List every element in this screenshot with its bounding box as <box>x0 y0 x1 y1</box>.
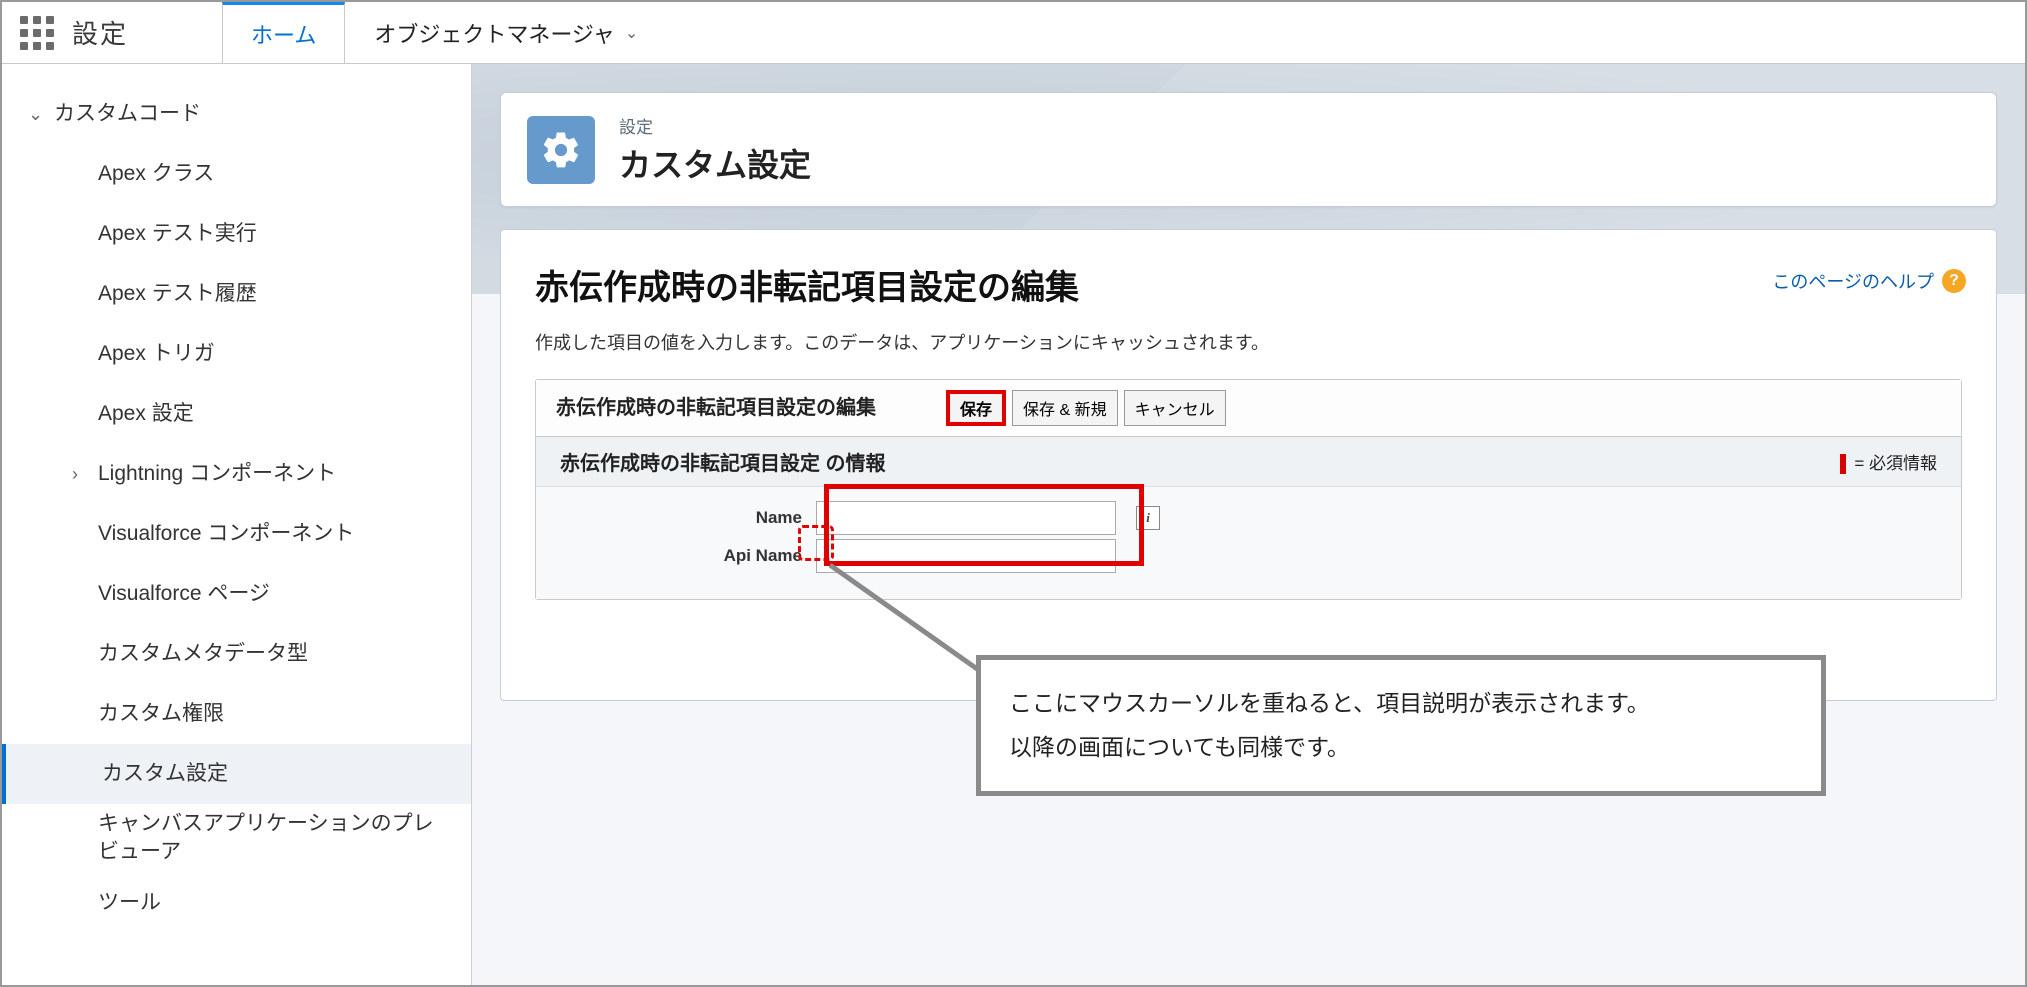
annotation-callout: ここにマウスカーソルを重ねると、項目説明が表示されます。 以降の画面についても同… <box>976 655 1826 796</box>
save-button[interactable]: 保存 <box>946 390 1006 426</box>
required-note: = 必須情報 <box>1840 449 1937 475</box>
sidebar-item[interactable]: Apex テスト履歴 <box>2 264 471 324</box>
tab-home[interactable]: ホーム <box>222 2 345 63</box>
content-title: 赤伝作成時の非転記項目設定の編集 <box>535 260 1962 309</box>
save-and-new-button[interactable]: 保存 & 新規 <box>1012 390 1118 426</box>
sidebar-item[interactable]: カスタム権限 <box>2 684 471 744</box>
sidebar-item-custom-settings[interactable]: カスタム設定 <box>2 744 471 804</box>
annotation-line: 以降の画面についても同様です。 <box>1009 726 1793 770</box>
sidebar-item[interactable]: Visualforce ページ <box>2 564 471 624</box>
sidebar-item[interactable]: Apex 設定 <box>2 384 471 444</box>
main: 設定 カスタム設定 赤伝作成時の非転記項目設定の編集 このページのヘルプ ? 作… <box>472 64 2025 985</box>
cancel-button[interactable]: キャンセル <box>1124 390 1226 426</box>
chevron-right-icon: › <box>72 462 98 486</box>
sidebar-item-label: Lightning コンポーネント <box>98 460 336 488</box>
chevron-down-icon: ⌄ <box>28 102 54 126</box>
sidebar-item-label: Visualforce コンポーネント <box>98 520 354 548</box>
required-note-label: = 必須情報 <box>1854 454 1937 473</box>
page-header: 設定 カスタム設定 <box>500 92 1997 207</box>
help-link[interactable]: このページのヘルプ ? <box>1772 268 1966 294</box>
sidebar-item-label: Apex トリガ <box>98 340 215 368</box>
section-title: 赤伝作成時の非転記項目設定 の情報 <box>560 447 886 476</box>
page-description: 作成した項目の値を入力します。このデータは、アプリケーションにキャッシュされます… <box>535 329 1962 355</box>
sidebar-item-label: Apex 設定 <box>98 400 194 428</box>
sidebar-item-label: カスタムコード <box>54 100 201 128</box>
tab-object-manager[interactable]: オブジェクトマネージャ ⌄ <box>345 2 667 63</box>
name-input[interactable] <box>816 501 1116 535</box>
gear-icon <box>527 116 595 184</box>
sidebar-item-label: Apex テスト実行 <box>98 220 257 248</box>
sidebar-item[interactable]: Apex テスト実行 <box>2 204 471 264</box>
api-name-label: Api Name <box>536 546 816 566</box>
sidebar-item[interactable]: ›Lightning コンポーネント <box>2 444 471 504</box>
sidebar: ⌄ カスタムコード Apex クラス Apex テスト実行 Apex テスト履歴… <box>2 64 472 985</box>
sidebar-item-label: Apex クラス <box>98 160 214 188</box>
sidebar-item-label: Apex テスト履歴 <box>98 280 257 308</box>
tab-home-label: ホーム <box>251 18 316 50</box>
sidebar-item-label: キャンバスアプリケーションのプレビューア <box>98 810 453 867</box>
sidebar-item[interactable]: カスタムメタデータ型 <box>2 624 471 684</box>
page-title: カスタム設定 <box>619 140 811 186</box>
topbar: 設定 ホーム オブジェクトマネージャ ⌄ <box>2 2 2025 64</box>
edit-block-title: 赤伝作成時の非転記項目設定の編集 <box>556 395 946 421</box>
sidebar-item-label: Visualforce ページ <box>98 580 270 608</box>
breadcrumb: 設定 <box>619 113 811 138</box>
chevron-down-icon: ⌄ <box>625 23 638 43</box>
help-link-label: このページのヘルプ <box>1772 268 1934 294</box>
info-icon[interactable]: i <box>1136 506 1160 530</box>
sidebar-item[interactable]: Visualforce コンポーネント <box>2 504 471 564</box>
app-launcher-icon[interactable] <box>2 2 72 63</box>
setup-label: 設定 <box>72 2 222 63</box>
name-label: Name <box>536 508 816 528</box>
sidebar-item-custom-code[interactable]: ⌄ カスタムコード <box>2 84 471 144</box>
sidebar-item[interactable]: キャンバスアプリケーションのプレビューア <box>2 804 471 873</box>
content-panel: 赤伝作成時の非転記項目設定の編集 このページのヘルプ ? 作成した項目の値を入力… <box>500 229 1997 701</box>
sidebar-item[interactable]: Apex クラス <box>2 144 471 204</box>
sidebar-item[interactable]: Apex トリガ <box>2 324 471 384</box>
sidebar-item-label: カスタム権限 <box>98 700 224 728</box>
edit-block: 赤伝作成時の非転記項目設定の編集 保存 保存 & 新規 キャンセル 赤伝作成時の… <box>535 379 1962 600</box>
tab-object-manager-label: オブジェクトマネージャ <box>374 17 614 49</box>
annotation-line: ここにマウスカーソルを重ねると、項目説明が表示されます。 <box>1009 682 1793 726</box>
sidebar-item-label: カスタムメタデータ型 <box>98 640 308 668</box>
sidebar-item[interactable]: ツール <box>2 873 471 933</box>
callout-line <box>820 561 990 691</box>
sidebar-item-label: カスタム設定 <box>102 760 228 788</box>
help-icon: ? <box>1942 269 1966 293</box>
required-bar-icon <box>1840 454 1846 474</box>
pointer-marker <box>798 525 834 561</box>
sidebar-item-label: ツール <box>98 889 161 917</box>
